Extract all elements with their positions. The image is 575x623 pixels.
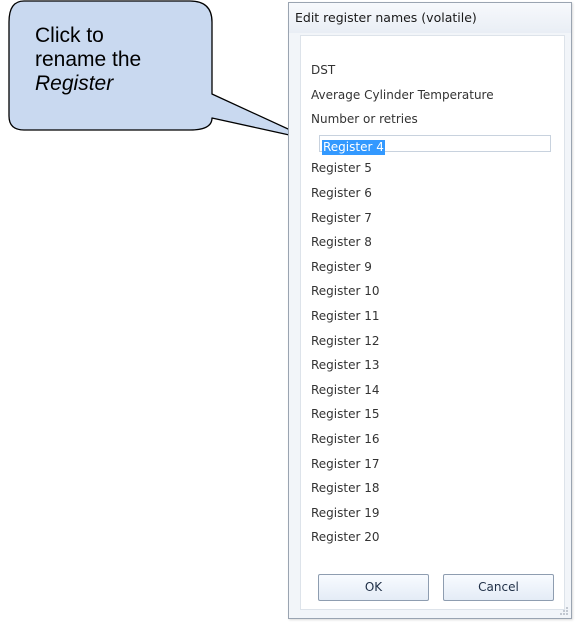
register-item[interactable]: Register 10 <box>311 279 494 304</box>
register-item[interactable]: Register 19 <box>311 501 494 526</box>
register-item[interactable]: Register 8 <box>311 230 494 255</box>
register-item[interactable]: Register 14 <box>311 378 494 403</box>
register-item[interactable]: Register 18 <box>311 476 494 501</box>
register-item[interactable]: Number or retries <box>311 107 494 132</box>
dialog-titlebar[interactable]: Edit register names (volatile) <box>289 3 571 33</box>
register-item[interactable]: Average Cylinder Temperature <box>311 83 494 108</box>
register-item[interactable]: Register 12 <box>311 329 494 354</box>
callout-line-2: rename the <box>35 48 142 71</box>
register-item[interactable]: Register 20 <box>311 525 494 550</box>
register-list: DST Average Cylinder Temperature Number … <box>311 58 494 550</box>
resize-grip-icon[interactable] <box>559 606 569 616</box>
register-item[interactable]: Register 11 <box>311 304 494 329</box>
register-item[interactable]: DST <box>311 58 494 83</box>
register-item[interactable]: Register 5 <box>311 156 494 181</box>
register-name-edit-field[interactable]: Register 4 <box>319 135 551 155</box>
callout-text: Click to rename the Register <box>35 24 195 96</box>
register-item[interactable]: Register 7 <box>311 206 494 231</box>
selected-register-text: Register 4 <box>322 140 385 155</box>
edit-register-names-dialog: Edit register names (volatile) DST Avera… <box>288 2 572 619</box>
register-item[interactable]: Register 13 <box>311 353 494 378</box>
callout-line-3: Register <box>35 72 195 96</box>
register-item[interactable]: Register 6 <box>311 181 494 206</box>
register-item[interactable]: Register 15 <box>311 402 494 427</box>
ok-button[interactable]: OK <box>318 574 429 601</box>
callout-line-1: Click to <box>35 24 104 47</box>
callout-register-word: Register <box>35 72 114 95</box>
register-item[interactable]: Register 17 <box>311 452 494 477</box>
cancel-button[interactable]: Cancel <box>443 574 554 601</box>
rename-callout: Click to rename the Register <box>0 0 325 160</box>
register-item[interactable]: Register 16 <box>311 427 494 452</box>
register-item[interactable]: Register 9 <box>311 255 494 280</box>
dialog-title: Edit register names (volatile) <box>295 10 477 25</box>
